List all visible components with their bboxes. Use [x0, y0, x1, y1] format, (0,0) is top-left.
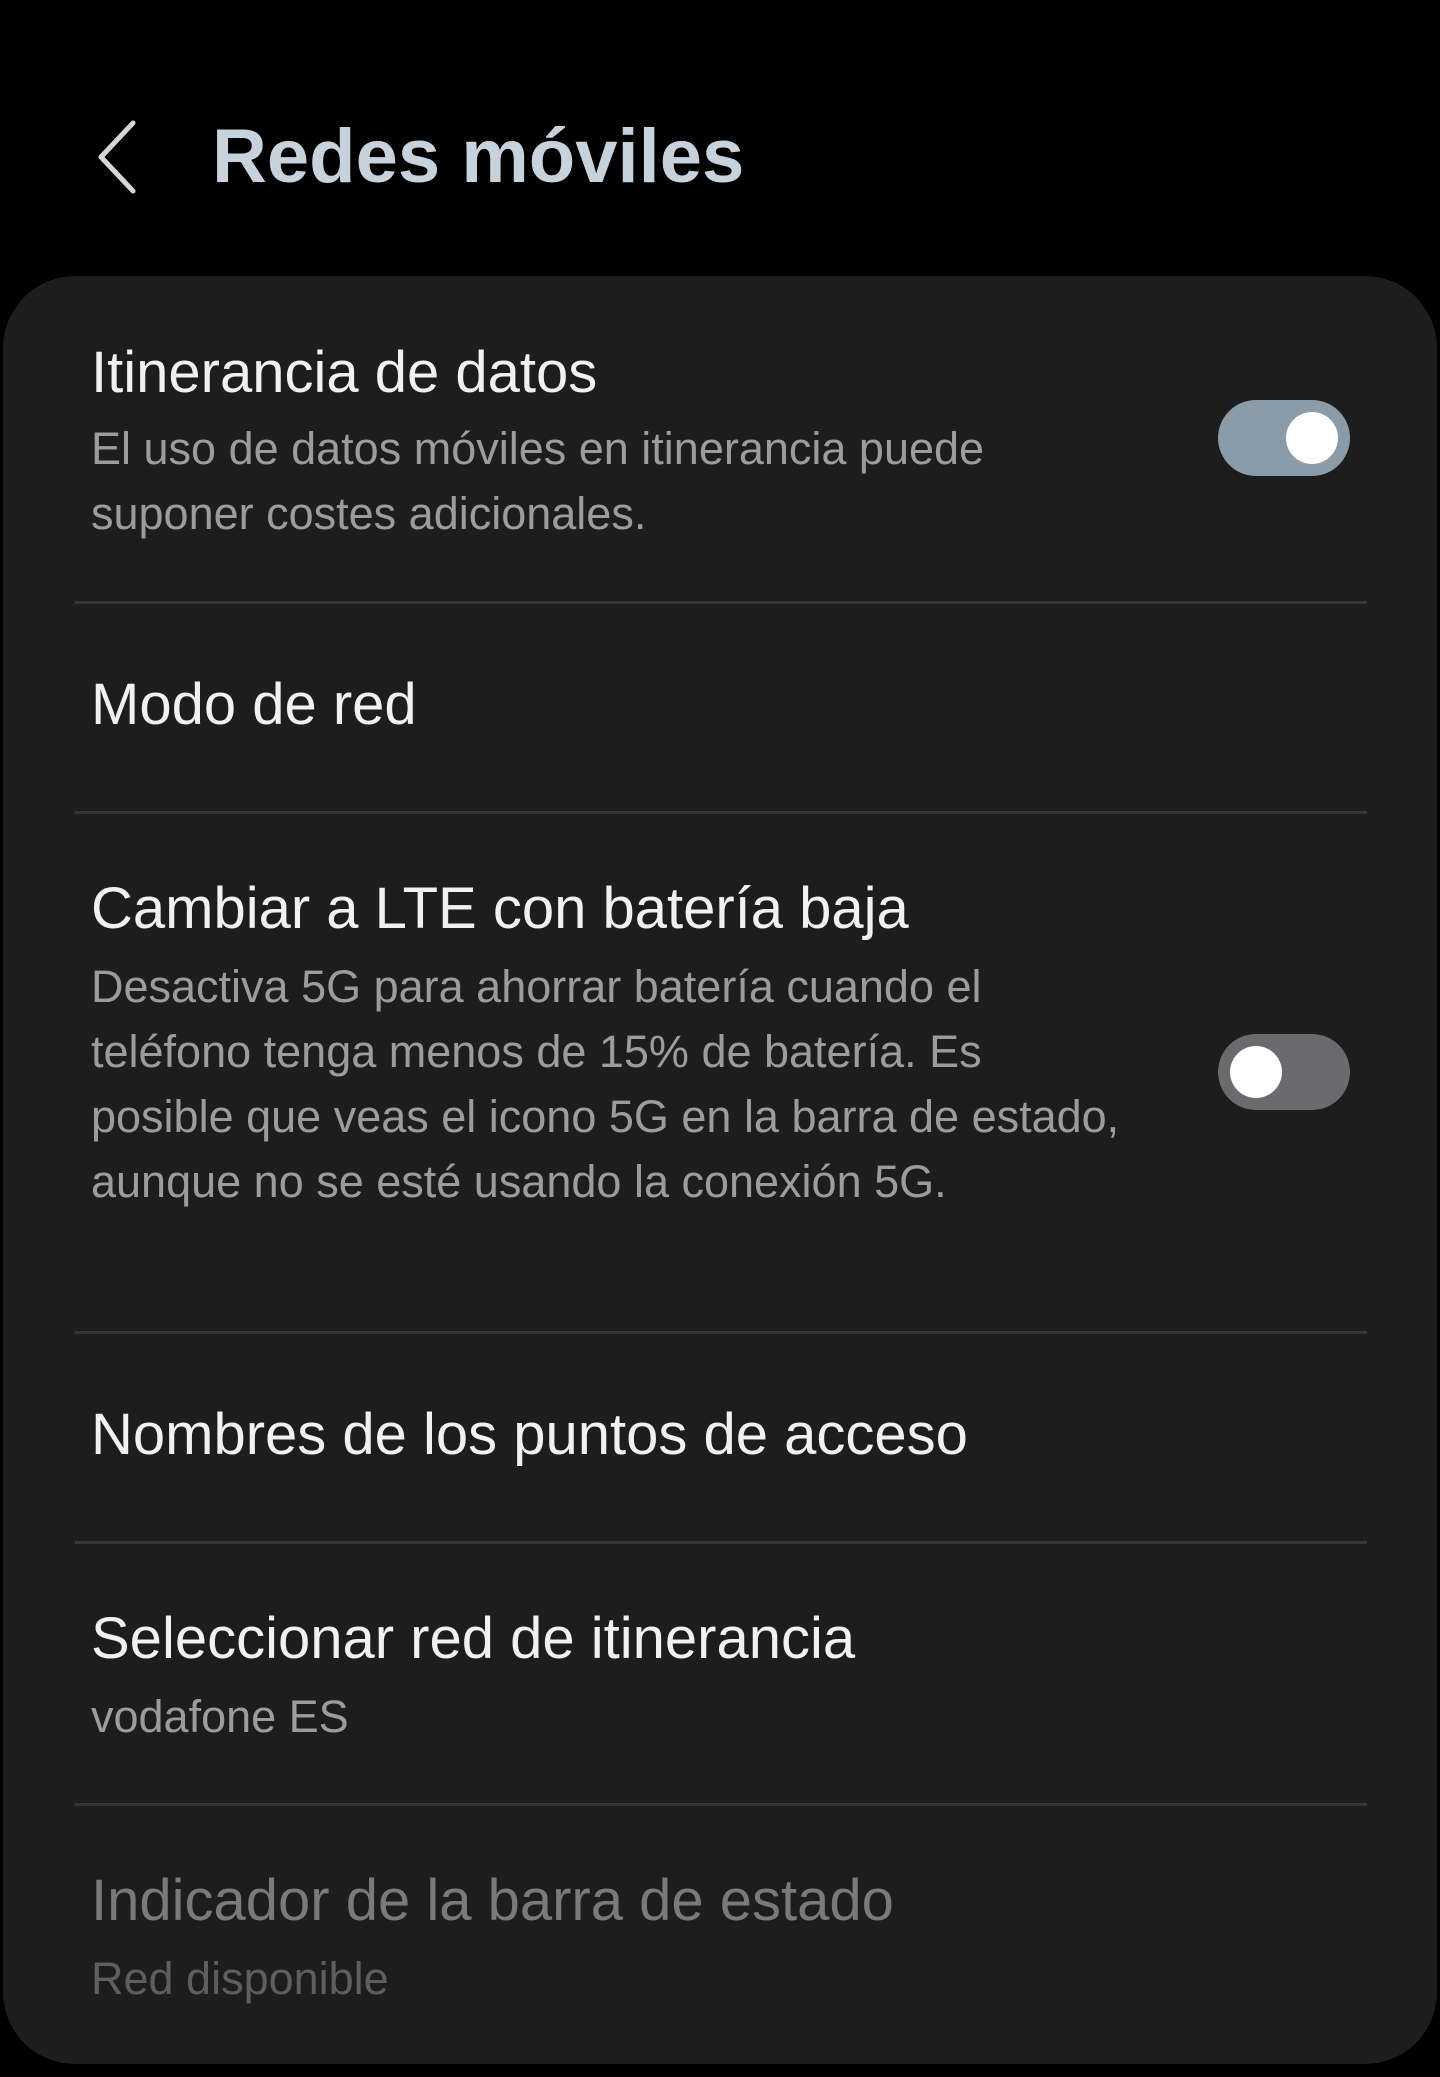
settings-card: Itinerancia de datos El uso de datos móv…: [3, 276, 1437, 2064]
setting-subtitle: vodafone ES: [91, 1691, 349, 1742]
setting-data-roaming[interactable]: Itinerancia de datos El uso de datos móv…: [3, 276, 1437, 603]
setting-title: Nombres de los puntos de acceso: [91, 1402, 968, 1467]
setting-status-bar-indicator: Indicador de la barra de estado Red disp…: [3, 1806, 1437, 2064]
setting-title: Indicador de la barra de estado: [91, 1868, 894, 1933]
lte-low-battery-toggle[interactable]: [1218, 1034, 1350, 1110]
setting-network-mode[interactable]: Modo de red: [3, 604, 1437, 812]
toggle-knob: [1286, 412, 1338, 464]
setting-apn[interactable]: Nombres de los puntos de acceso: [3, 1334, 1437, 1542]
setting-title: Cambiar a LTE con batería baja: [91, 876, 909, 941]
setting-title: Seleccionar red de itinerancia: [91, 1606, 856, 1671]
page-title: Redes móviles: [212, 114, 745, 199]
setting-subtitle: Red disponible: [91, 1953, 389, 2004]
data-roaming-toggle[interactable]: [1218, 400, 1350, 476]
setting-roaming-network[interactable]: Seleccionar red de itinerancia vodafone …: [3, 1544, 1437, 1804]
setting-title: Modo de red: [91, 672, 417, 737]
back-button[interactable]: [82, 112, 152, 202]
chevron-left-icon: [98, 120, 136, 194]
setting-subtitle: Desactiva 5G para ahorrar batería cuando…: [91, 961, 1120, 1207]
app-header: Redes móviles: [0, 0, 1440, 276]
setting-title: Itinerancia de datos: [91, 340, 598, 405]
setting-subtitle: El uso de datos móviles en itinerancia p…: [91, 423, 985, 539]
toggle-knob: [1230, 1046, 1282, 1098]
